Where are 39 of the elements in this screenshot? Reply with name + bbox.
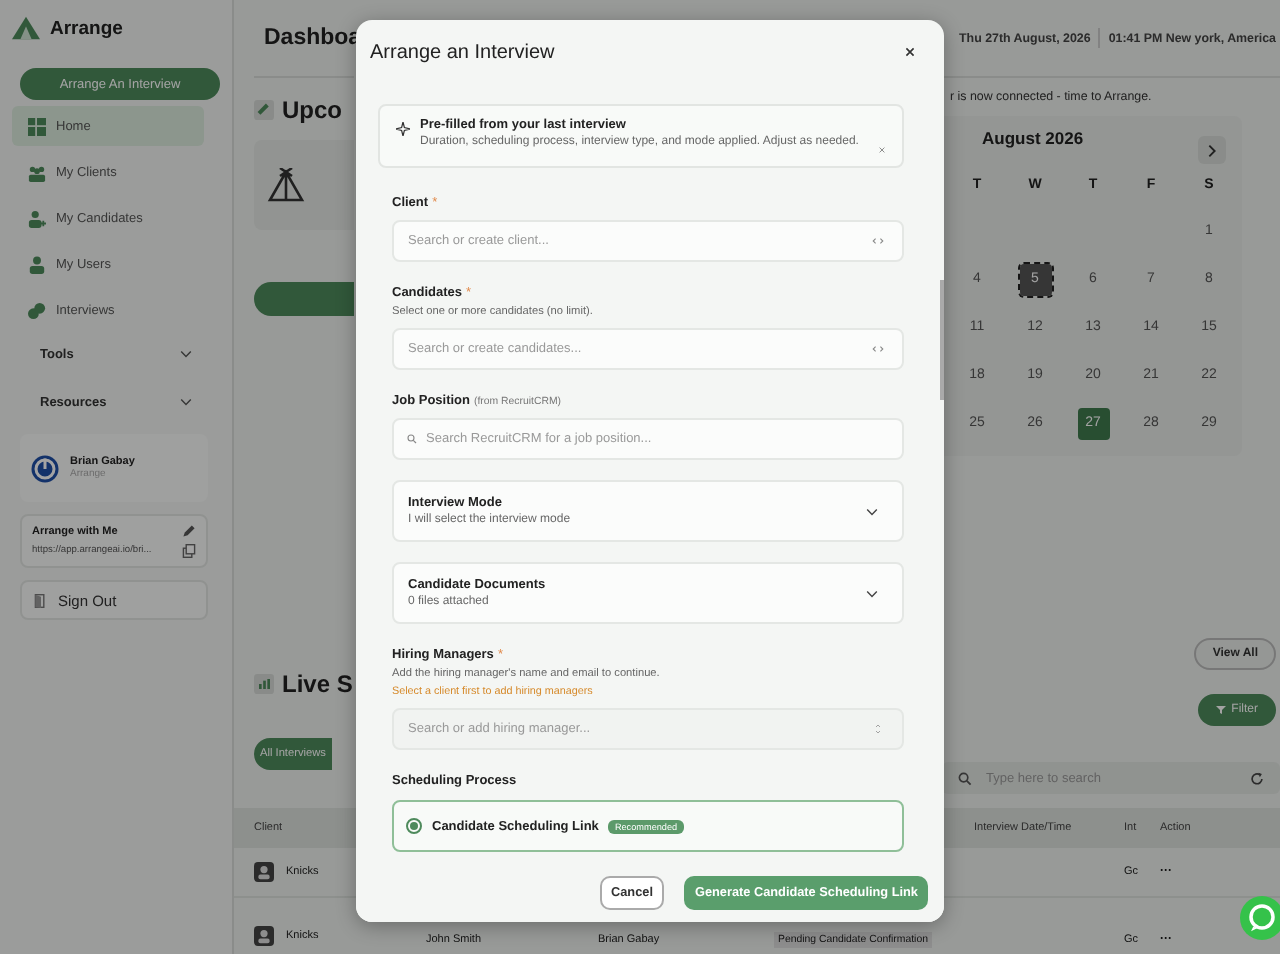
chat-bubbles-icon (28, 301, 46, 319)
close-icon[interactable] (904, 46, 916, 58)
brand-name: Arrange (50, 17, 123, 39)
dialog-title: Arrange an Interview (370, 41, 555, 63)
chevron-icon (180, 398, 192, 406)
funnel-icon (1215, 706, 1226, 715)
pencil-icon[interactable] (182, 524, 196, 538)
client-avatar-icon (254, 926, 274, 946)
next-month-button[interactable] (1198, 136, 1226, 164)
chevron-icon (180, 350, 192, 358)
action-pill[interactable] (254, 282, 354, 316)
search-icon (406, 434, 418, 444)
logo-icon (12, 16, 40, 40)
scrollbar (940, 280, 944, 400)
chevron-right-icon (1208, 143, 1216, 157)
search-icon (958, 771, 972, 786)
section-title: Upco (282, 96, 342, 124)
door-icon (34, 593, 48, 607)
person-icon (28, 255, 46, 273)
client-avatar-icon (254, 862, 274, 883)
chat-bubble-icon[interactable] (1240, 896, 1280, 940)
link-icon (254, 100, 274, 120)
bar-chart-icon (254, 674, 274, 695)
grid-icon (28, 117, 46, 135)
section-title: Live S (282, 670, 353, 699)
tent-icon (266, 167, 306, 203)
chevron-icon (866, 589, 878, 597)
dismiss-icon[interactable] (878, 146, 886, 154)
person-plus-icon (28, 209, 46, 227)
chevrons-horizontal-icon (872, 236, 884, 246)
chevrons-vertical-icon (872, 724, 884, 734)
copy-icon[interactable] (182, 544, 196, 558)
group-icon (28, 163, 46, 181)
chevrons-horizontal-icon (872, 344, 884, 354)
refresh-icon[interactable] (1250, 771, 1264, 786)
chevron-icon (866, 507, 878, 515)
month-title: August 2026 (982, 128, 1084, 148)
sparkle-icon (396, 122, 410, 136)
avatar-icon (30, 453, 60, 483)
